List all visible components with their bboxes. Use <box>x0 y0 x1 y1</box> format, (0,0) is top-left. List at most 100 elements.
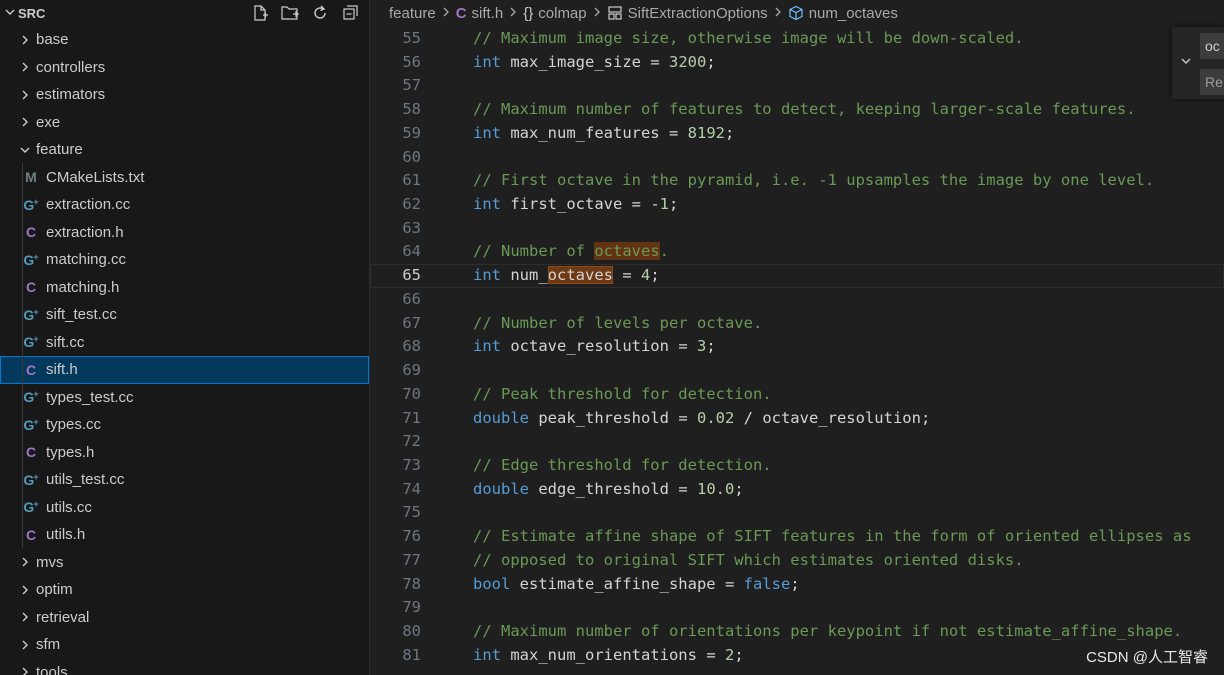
tree-file-types-cc[interactable]: G + types.cc <box>0 411 369 439</box>
line-number: 73 <box>402 455 421 474</box>
tree-file-sift-cc[interactable]: G + sift.cc <box>0 329 369 357</box>
code-editor[interactable]: 55 // Maximum image size, otherwise image… <box>370 27 1224 667</box>
code-line[interactable]: 69 <box>370 359 1224 383</box>
code-line[interactable]: 73 // Edge threshold for detection. <box>370 454 1224 478</box>
code-line[interactable]: 78 bool estimate_affine_shape = false; <box>370 573 1224 597</box>
code-line[interactable]: 79 <box>370 596 1224 620</box>
code-line[interactable]: 70 // Peak threshold for detection. <box>370 383 1224 407</box>
code-line[interactable]: 65 int num_octaves = 4; <box>370 264 1224 288</box>
find-input[interactable]: oc <box>1200 33 1224 59</box>
code-line[interactable]: 68 int octave_resolution = 3; <box>370 335 1224 359</box>
tree-file-extraction-h[interactable]: Cextraction.h <box>0 219 369 247</box>
code-line[interactable]: 58 // Maximum number of features to detec… <box>370 98 1224 122</box>
cpp-file-icon: G + <box>23 251 39 268</box>
breadcrumb-namespace[interactable]: colmap <box>538 5 586 22</box>
collapse-all-icon[interactable] <box>339 3 361 23</box>
code-line[interactable]: 60 <box>370 146 1224 170</box>
code-token: 3200 <box>668 52 707 71</box>
breadcrumb-struct[interactable]: SiftExtractionOptions <box>628 5 768 22</box>
code-line[interactable]: 74 double edge_threshold = 10.0; <box>370 478 1224 502</box>
explorer-sidebar: SRC base controllers estimators exe feature M… <box>0 0 370 675</box>
tree-folder-retrieval[interactable]: retrieval <box>0 604 369 632</box>
tree-file-types-h[interactable]: Ctypes.h <box>0 439 369 467</box>
refresh-icon[interactable] <box>309 3 331 23</box>
new-folder-icon[interactable] <box>279 3 301 23</box>
chevron-down-icon[interactable] <box>1178 51 1194 71</box>
chevron-right-icon <box>16 116 34 128</box>
cpp-file-icon: G + <box>23 416 39 433</box>
tree-file-extraction-cc[interactable]: G + extraction.cc <box>0 191 369 219</box>
code-token: false <box>743 574 791 593</box>
code-line[interactable]: 76 // Estimate affine shape of SIFT featu… <box>370 525 1224 549</box>
line-text: // opposed to original SIFT which estima… <box>473 549 1024 573</box>
tree-file-sift-h[interactable]: Csift.h <box>0 356 369 384</box>
code-line[interactable]: 64 // Number of octaves. <box>370 240 1224 264</box>
code-line[interactable]: 56 int max_image_size = 3200; <box>370 51 1224 75</box>
tree-item-label: extraction.h <box>46 223 124 241</box>
line-number: 70 <box>402 384 421 403</box>
tree-folder-base[interactable]: base <box>0 26 369 54</box>
code-token: int <box>473 123 501 142</box>
code-token: // Number of levels per octave. <box>473 313 763 332</box>
code-token: ; <box>920 408 931 427</box>
code-line[interactable]: 72 <box>370 430 1224 454</box>
code-token: int <box>473 337 501 356</box>
tree-folder-controllers[interactable]: controllers <box>0 54 369 82</box>
explorer-root-header[interactable]: SRC <box>0 0 369 26</box>
tree-folder-optim[interactable]: optim <box>0 576 369 604</box>
code-token: . <box>659 242 669 261</box>
code-line[interactable]: 57 <box>370 74 1224 98</box>
tree-file-sift-test-cc[interactable]: G + sift_test.cc <box>0 301 369 329</box>
code-line[interactable]: 67 // Number of levels per octave. <box>370 312 1224 336</box>
breadcrumb-folder[interactable]: feature <box>389 5 436 22</box>
code-token: = <box>678 337 697 356</box>
code-line[interactable]: 71 double peak_threshold = 0.02 / octave_… <box>370 407 1224 431</box>
line-text: // Edge threshold for detection. <box>473 454 772 478</box>
code-line[interactable]: 61 // First octave in the pyramid, i.e. -… <box>370 169 1224 193</box>
tree-folder-mvs[interactable]: mvs <box>0 549 369 577</box>
cpp-file-icon: G + <box>23 499 39 516</box>
tree-folder-estimators[interactable]: estimators <box>0 81 369 109</box>
tree-folder-exe[interactable]: exe <box>0 109 369 137</box>
vscode-window: SRC base controllers estimators exe feature M… <box>0 0 1224 675</box>
chevron-down-icon <box>4 6 18 21</box>
chevron-right-icon <box>16 666 34 675</box>
code-line[interactable]: 59 int max_num_features = 8192; <box>370 122 1224 146</box>
tree-folder-tools[interactable]: tools <box>0 659 369 675</box>
tree-file-types-test-cc[interactable]: G + types_test.cc <box>0 384 369 412</box>
code-line[interactable]: 62 int first_octave = -1; <box>370 193 1224 217</box>
tree-file-matching-cc[interactable]: G + matching.cc <box>0 246 369 274</box>
line-text: // Peak threshold for detection. <box>473 383 772 407</box>
code-token: 1 <box>659 195 669 214</box>
breadcrumb-member[interactable]: num_octaves <box>809 5 898 22</box>
line-number: 72 <box>402 432 421 451</box>
cpp-file-icon: G + <box>23 389 39 406</box>
tree-file-matching-h[interactable]: Cmatching.h <box>0 274 369 302</box>
code-line[interactable]: 77 // opposed to original SIFT which esti… <box>370 549 1224 573</box>
tree-folder-sfm[interactable]: sfm <box>0 631 369 659</box>
c-header-icon: C <box>455 4 467 22</box>
tree-file-cmakelists-txt[interactable]: M CMakeLists.txt <box>0 164 369 192</box>
tree-item-label: utils.cc <box>46 498 92 516</box>
tree-item-label: types.h <box>46 443 95 461</box>
line-number: 81 <box>402 645 421 664</box>
code-token: = <box>668 123 688 142</box>
code-line[interactable]: 66 <box>370 288 1224 312</box>
line-number: 59 <box>402 123 421 142</box>
replace-input[interactable]: Re <box>1200 69 1224 95</box>
tree-file-utils-cc[interactable]: G + utils.cc <box>0 494 369 522</box>
code-line[interactable]: 55 // Maximum image size, otherwise image… <box>370 27 1224 51</box>
tree-file-utils-h[interactable]: Cutils.h <box>0 521 369 549</box>
code-token: octaves <box>547 266 613 285</box>
chevron-right-icon <box>509 6 517 21</box>
code-line[interactable]: 80 // Maximum number of orientations per … <box>370 620 1224 644</box>
new-file-icon[interactable] <box>249 3 271 23</box>
code-line[interactable]: 75 <box>370 501 1224 525</box>
breadcrumb-file[interactable]: sift.h <box>472 5 504 22</box>
code-token: / <box>734 408 763 427</box>
tree-file-utils-test-cc[interactable]: G + utils_test.cc <box>0 466 369 494</box>
tree-item-label: controllers <box>36 58 106 76</box>
tree-folder-feature[interactable]: feature <box>0 136 369 164</box>
code-line[interactable]: 63 <box>370 217 1224 241</box>
